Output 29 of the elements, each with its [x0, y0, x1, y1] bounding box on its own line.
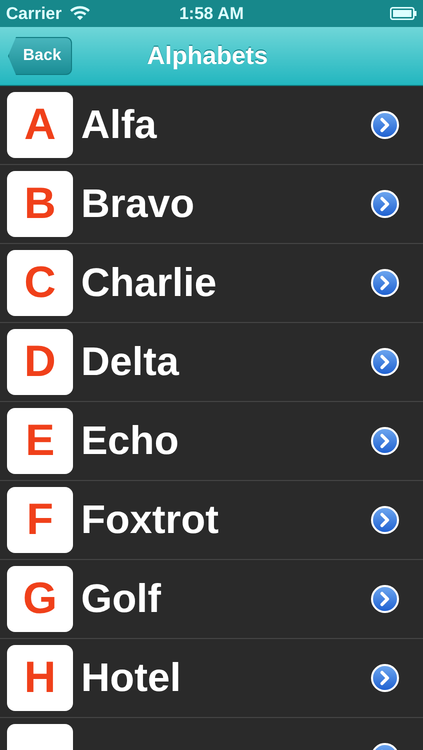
disclosure-icon[interactable]	[371, 269, 399, 297]
disclosure-icon[interactable]	[371, 111, 399, 139]
letter-tile: B	[7, 171, 73, 237]
disclosure-icon[interactable]	[371, 348, 399, 376]
row-label: Delta	[81, 340, 180, 384]
nav-title: Alphabets	[147, 42, 268, 70]
wifi-icon	[70, 6, 90, 21]
row-label: Hotel	[81, 656, 182, 700]
battery-icon	[390, 7, 417, 20]
letter-tile: G	[7, 566, 73, 632]
letter-tile: D	[7, 329, 73, 395]
row-label: Alfa	[81, 102, 158, 148]
row-label: Bravo	[81, 182, 196, 226]
disclosure-icon[interactable]	[371, 427, 399, 455]
letter-tile: C	[7, 250, 73, 316]
disclosure-icon[interactable]	[371, 585, 399, 613]
letter-tile: E	[7, 408, 73, 474]
disclosure-icon[interactable]	[371, 190, 399, 218]
carrier-label: Carrier	[6, 4, 62, 24]
letter-tile: H	[7, 645, 73, 711]
disclosure-icon[interactable]	[371, 664, 399, 692]
row-label: Echo	[81, 418, 180, 464]
status-time: 1:58 AM	[179, 4, 244, 24]
letter-tile: F	[7, 487, 73, 553]
row-label: Foxtrot	[81, 498, 220, 542]
row-label: Golf	[81, 576, 162, 622]
row-label: Charlie	[81, 260, 218, 306]
disclosure-icon[interactable]	[371, 506, 399, 534]
letter-tile: A	[7, 92, 73, 158]
